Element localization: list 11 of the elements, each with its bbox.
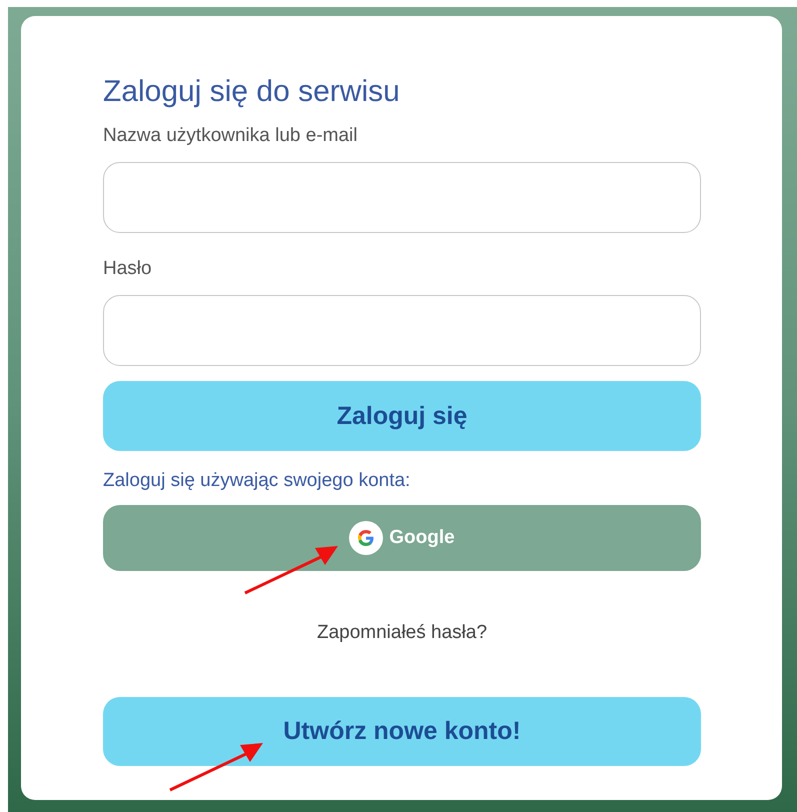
google-icon [349,521,384,555]
field-label: Nazwa użytkownika lub e-mail [103,124,358,148]
forgot-password-link[interactable]: Zapomniałeś hasła? [316,621,488,645]
google-button[interactable]: Google [103,505,701,571]
social-login-label: Zaloguj się używając swojego konta: [103,469,412,493]
field-label: Hasło [103,257,153,281]
input-field[interactable] [103,162,701,233]
register-button[interactable]: Utwórz nowe konto! [103,697,701,766]
input-field[interactable] [103,295,701,366]
page-title: Zaloguj się do serwisu [103,74,401,110]
login-button[interactable]: Zaloguj się [103,381,701,451]
